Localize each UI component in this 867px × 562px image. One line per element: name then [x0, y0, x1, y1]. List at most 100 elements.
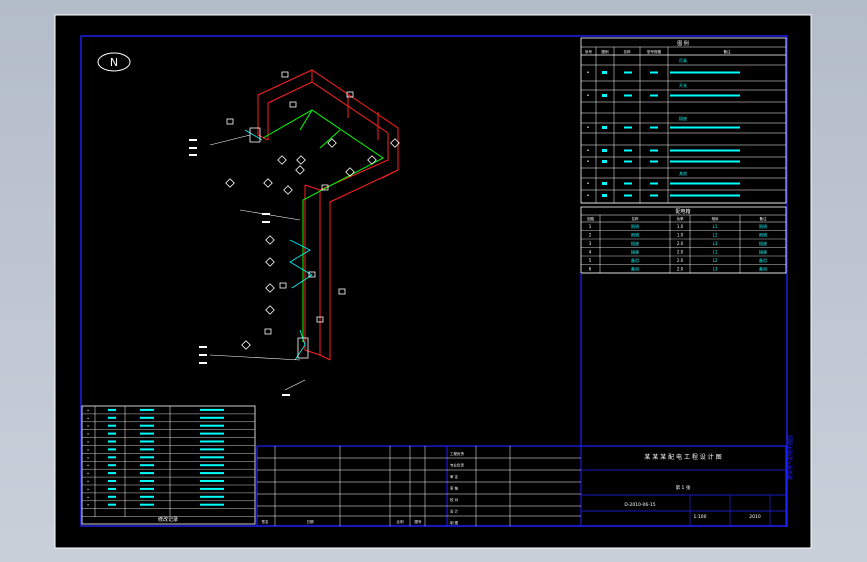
legend-name: [624, 71, 632, 74]
legend-model: [650, 182, 658, 185]
legend-col-header: 序号: [585, 49, 593, 54]
rev-row-no: •: [87, 440, 89, 445]
annotation-mark: [199, 346, 207, 348]
title-block-label: 审 核: [450, 486, 459, 491]
load-row-no: 3: [589, 241, 592, 246]
load-row-phase: L2: [713, 258, 718, 263]
title-block-bottom-label: 日期: [307, 519, 315, 524]
legend-model: [650, 71, 658, 74]
annotation-mark: [199, 362, 207, 364]
load-col-header: 回路: [587, 216, 595, 221]
title-block-bottom-label: 签名: [262, 519, 269, 524]
legend-symbol: [602, 160, 607, 163]
load-row-name: 照明: [631, 233, 639, 238]
legend-symbol: [602, 71, 607, 74]
legend-col-header: 型号规格: [647, 49, 661, 54]
revision-table-title: 修改记录: [158, 516, 178, 523]
rev-cell: [140, 456, 154, 459]
annotation-mark: [189, 139, 197, 141]
rev-cell: [200, 464, 224, 467]
rev-cell: [108, 432, 116, 435]
legend-row-no: •: [587, 93, 590, 99]
rev-cell: [108, 495, 116, 498]
legend-row-no: •: [587, 70, 590, 76]
rev-row-no: •: [87, 455, 89, 460]
rev-cell: [108, 440, 116, 443]
title-block-bottom-label: 比例: [397, 519, 405, 524]
legend-row-no: •: [587, 148, 590, 154]
drawing-date: 2010: [749, 514, 761, 520]
rev-cell: [140, 495, 154, 498]
rev-cell: [200, 472, 224, 475]
legend-model: [650, 94, 658, 97]
legend-name: [624, 182, 632, 185]
load-row-power: 2.0: [677, 267, 684, 272]
rev-cell: [108, 487, 116, 490]
annotation-mark: [189, 154, 197, 156]
annotation-mark: [199, 354, 207, 356]
rev-cell: [200, 495, 224, 498]
rev-cell: [108, 408, 116, 411]
load-col-header: 名称: [632, 216, 640, 221]
rev-cell: [140, 487, 154, 490]
rev-cell: [140, 416, 154, 419]
rev-row-no: •: [87, 416, 89, 421]
drawing-scale: 1:100: [694, 514, 707, 520]
sheet-label: 第 1 张: [676, 484, 691, 491]
rev-cell: [108, 472, 116, 475]
legend-col-header: 图例: [602, 49, 610, 54]
title-block-bottom-label: 图号: [415, 519, 423, 524]
rev-cell: [108, 416, 116, 419]
rev-row-no: •: [87, 424, 89, 429]
legend-name: [624, 126, 632, 129]
legend-model: [650, 160, 658, 163]
rev-row-no: •: [87, 503, 89, 508]
load-col-header: 备注: [760, 216, 768, 221]
legend-row-no: •: [587, 159, 590, 165]
legend-row-no: •: [587, 125, 590, 131]
rev-cell: [108, 456, 116, 459]
rev-row-no: •: [87, 487, 89, 492]
load-row-phase: L3: [713, 267, 718, 272]
legend-symbol: [602, 194, 607, 197]
legend-section-label: 其他: [679, 170, 687, 176]
legend-desc: [670, 71, 740, 74]
rev-cell: [200, 416, 224, 419]
load-row-note: 备用: [759, 266, 767, 272]
title-block-label: 工程负责: [450, 451, 464, 456]
title-block-label: 制 图: [450, 520, 459, 525]
load-row-no: 2: [589, 233, 592, 238]
compass-label: N: [110, 56, 118, 69]
annotation-mark: [189, 147, 197, 149]
rev-cell: [140, 432, 154, 435]
load-row-power: 2.0: [677, 250, 684, 255]
title-block-label: 设 计: [450, 509, 459, 514]
legend-name: [624, 194, 632, 197]
legend-desc: [670, 126, 740, 129]
rev-cell: [200, 480, 224, 482]
rev-cell: [140, 503, 154, 506]
load-col-header: 功率: [677, 216, 685, 221]
title-block-label: 专业负责: [450, 463, 464, 468]
rev-cell: [140, 440, 154, 443]
rev-cell: [200, 432, 224, 435]
load-row-note: 照明: [759, 224, 767, 229]
rev-cell: [200, 408, 224, 411]
load-row-note: 备用: [759, 257, 767, 263]
legend-name: [624, 160, 632, 163]
load-row-phase: L3: [713, 241, 718, 246]
annotation-mark: [262, 213, 270, 215]
rev-cell: [140, 480, 154, 482]
rev-cell: [140, 448, 154, 451]
rev-cell: [108, 424, 116, 427]
load-row-phase: L2: [713, 233, 718, 238]
load-col-header: 相序: [712, 216, 720, 221]
legend-desc: [670, 160, 740, 163]
rev-cell: [200, 503, 224, 506]
legend-symbol: [602, 126, 607, 129]
title-block-label: 审 定: [450, 474, 459, 479]
load-row-name: 照明: [631, 224, 639, 229]
legend-col-header: 备注: [724, 49, 732, 54]
legend-section-label: 开关: [679, 82, 687, 88]
rev-row-no: •: [87, 463, 89, 468]
